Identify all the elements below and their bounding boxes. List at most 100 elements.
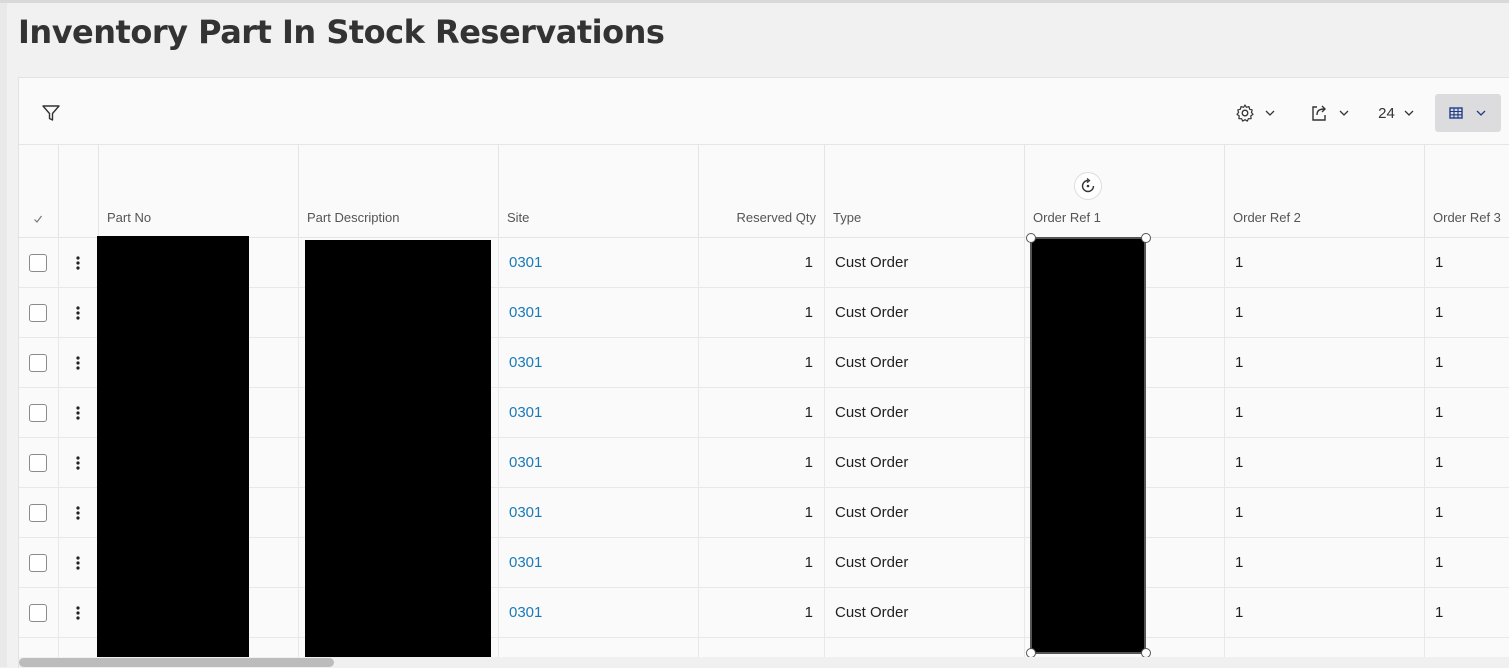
- row-actions-cell: [59, 588, 99, 638]
- row-checkbox[interactable]: [29, 603, 47, 622]
- site-link[interactable]: 0301: [509, 504, 542, 521]
- export-dropdown[interactable]: [1306, 99, 1354, 127]
- page-size-dropdown[interactable]: 24: [1374, 99, 1420, 127]
- reserved-qty-cell: 1: [699, 538, 825, 588]
- type-value: Cust Order: [835, 354, 909, 371]
- column-header-part-description[interactable]: Part Description: [299, 145, 499, 238]
- filter-button[interactable]: [37, 99, 65, 127]
- column-header-reserved-qty[interactable]: Reserved Qty: [699, 145, 825, 238]
- type-value: Cust Order: [835, 304, 909, 321]
- order-ref-3-cell: 1: [1425, 488, 1509, 538]
- order-ref-2-cell: 1: [1225, 288, 1425, 338]
- row-actions-cell: [59, 438, 99, 488]
- window-left-border: [0, 3, 7, 667]
- reserved-qty-value: 1: [804, 404, 813, 421]
- column-header-site[interactable]: Site: [499, 145, 699, 238]
- column-header-order-ref-1[interactable]: Order Ref 1: [1025, 145, 1225, 238]
- type-value: Cust Order: [835, 554, 909, 571]
- reserved-qty-cell: 1: [699, 388, 825, 438]
- site-link[interactable]: 0301: [509, 254, 542, 271]
- site-link[interactable]: 0301: [509, 404, 542, 421]
- column-header-type[interactable]: Type: [825, 145, 1025, 238]
- row-checkbox[interactable]: [29, 453, 47, 472]
- more-vertical-icon[interactable]: [76, 605, 80, 621]
- order-ref-2-value: 1: [1235, 354, 1244, 371]
- reserved-qty-value: 1: [804, 554, 813, 571]
- redacted-part-description: [305, 240, 491, 657]
- resize-handle[interactable]: [1141, 233, 1151, 243]
- settings-dropdown[interactable]: [1232, 99, 1280, 127]
- reserved-qty-value: 1: [804, 304, 813, 321]
- column-header-order-ref-3[interactable]: Order Ref 3: [1425, 145, 1509, 238]
- more-vertical-icon[interactable]: [76, 505, 80, 521]
- grid-toolbar: 24: [19, 78, 1509, 145]
- type-cell: Cust Order: [825, 238, 1025, 288]
- page-size-value: 24: [1378, 104, 1395, 122]
- scrollbar-thumb[interactable]: [19, 658, 334, 667]
- order-ref-2-value: 1: [1235, 604, 1244, 621]
- site-link[interactable]: 0301: [509, 604, 542, 621]
- more-vertical-icon[interactable]: [76, 305, 80, 321]
- more-vertical-icon[interactable]: [76, 455, 80, 471]
- row-actions-cell: [59, 538, 99, 588]
- chevron-down-icon: [1265, 110, 1275, 116]
- reserved-qty-value: 1: [804, 504, 813, 521]
- column-label: Order Ref 3: [1433, 210, 1501, 225]
- order-ref-2-cell: 1: [1225, 388, 1425, 438]
- site-link[interactable]: 0301: [509, 304, 542, 321]
- order-ref-2-value: 1: [1235, 554, 1244, 571]
- more-vertical-icon[interactable]: [76, 405, 80, 421]
- site-cell: 0301: [499, 538, 699, 588]
- row-checkbox[interactable]: [29, 253, 47, 272]
- order-ref-2-value: 1: [1235, 304, 1244, 321]
- row-checkbox[interactable]: [29, 303, 47, 322]
- column-header-part-no[interactable]: Part No: [99, 145, 299, 238]
- more-vertical-icon[interactable]: [76, 355, 80, 371]
- row-actions-cell: [59, 488, 99, 538]
- rotate-icon: [1081, 178, 1095, 193]
- order-ref-3-value: 1: [1435, 254, 1444, 271]
- type-cell: Cust Order: [825, 488, 1025, 538]
- order-ref-3-cell: 1: [1425, 388, 1509, 438]
- type-value: Cust Order: [835, 404, 909, 421]
- window-top-border: [0, 0, 1509, 3]
- row-actions-cell: [59, 338, 99, 388]
- reserved-qty-cell: 1: [699, 338, 825, 388]
- column-header-order-ref-2[interactable]: Order Ref 2: [1225, 145, 1425, 238]
- order-ref-3-cell: 1: [1425, 238, 1509, 288]
- order-ref-3-value: 1: [1435, 454, 1444, 471]
- row-select-cell: [19, 388, 59, 438]
- row-select-cell: [19, 538, 59, 588]
- more-vertical-icon[interactable]: [76, 555, 80, 571]
- resize-handle[interactable]: [1026, 233, 1036, 243]
- site-link[interactable]: 0301: [509, 454, 542, 471]
- reserved-qty-cell: 1: [699, 238, 825, 288]
- reserved-qty-cell: 1: [699, 588, 825, 638]
- site-link[interactable]: 0301: [509, 554, 542, 571]
- row-select-cell: [19, 488, 59, 538]
- order-ref-2-value: 1: [1235, 504, 1244, 521]
- rotate-handle[interactable]: [1074, 172, 1102, 200]
- row-actions-cell: [59, 288, 99, 338]
- export-icon: [1312, 105, 1326, 121]
- site-link[interactable]: 0301: [509, 354, 542, 371]
- order-ref-2-value: 1: [1235, 454, 1244, 471]
- site-cell: 0301: [499, 438, 699, 488]
- reserved-qty-value: 1: [804, 354, 813, 371]
- select-all-header[interactable]: [19, 145, 59, 238]
- order-ref-2-cell: 1: [1225, 438, 1425, 488]
- type-cell: Cust Order: [825, 338, 1025, 388]
- order-ref-3-cell: 1: [1425, 338, 1509, 388]
- horizontal-scrollbar[interactable]: [19, 657, 1509, 668]
- row-actions-cell: [59, 388, 99, 438]
- selection-box[interactable]: [1030, 237, 1146, 654]
- data-grid: Part No Part Description Site Reserved Q…: [19, 145, 1509, 668]
- order-ref-3-cell: 1: [1425, 588, 1509, 638]
- row-checkbox[interactable]: [29, 403, 47, 422]
- row-checkbox[interactable]: [29, 503, 47, 522]
- view-mode-dropdown[interactable]: [1435, 94, 1501, 132]
- row-checkbox[interactable]: [29, 353, 47, 372]
- type-value: Cust Order: [835, 454, 909, 471]
- row-checkbox[interactable]: [29, 553, 47, 572]
- more-vertical-icon[interactable]: [76, 255, 80, 271]
